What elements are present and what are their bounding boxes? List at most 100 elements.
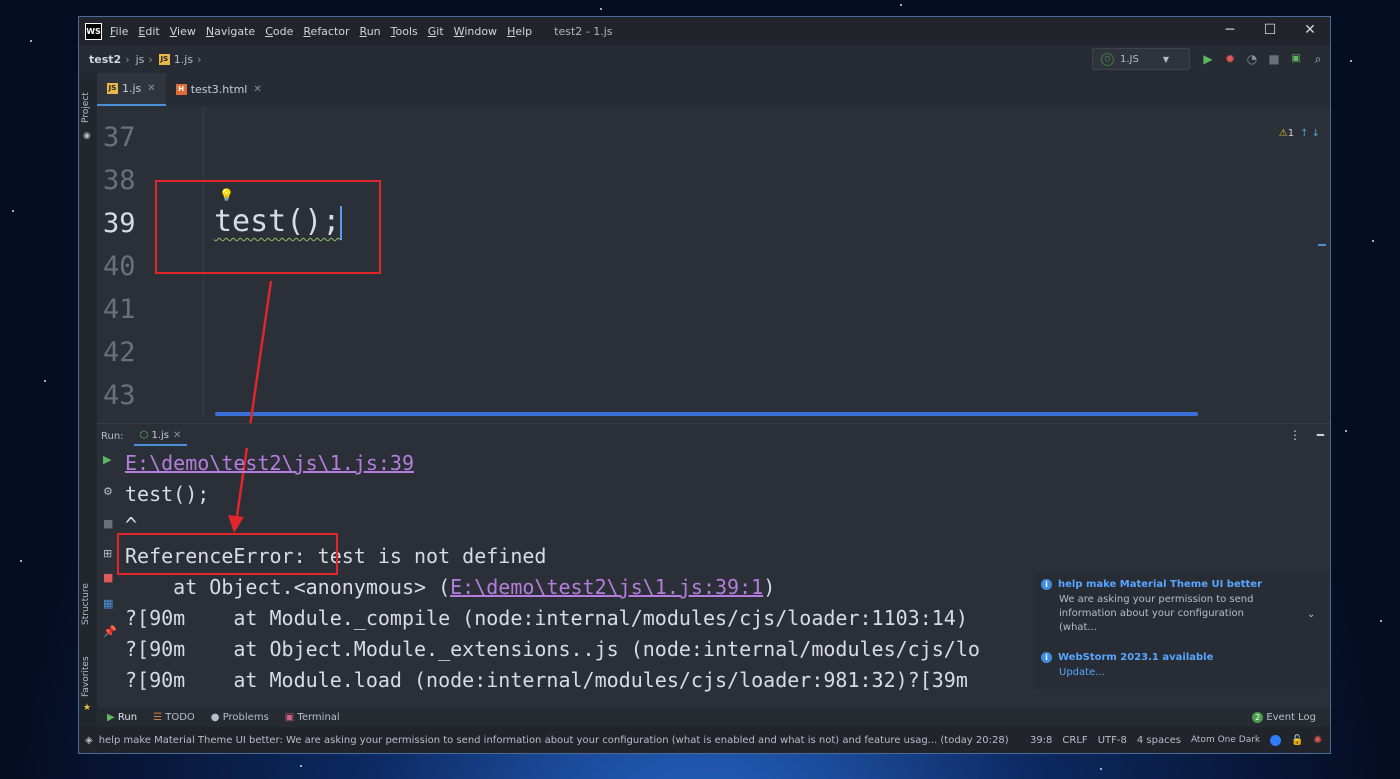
event-log-button[interactable]: 2 Event Log — [1252, 711, 1316, 723]
menu-window[interactable]: Window — [454, 25, 497, 38]
ide-window: WS File Edit View Navigate Code Refactor… — [78, 16, 1331, 754]
problems-tool-button[interactable]: ● Problems — [211, 712, 269, 723]
info-icon: i — [1041, 652, 1052, 663]
minimize-panel-icon[interactable]: ━ — [1317, 428, 1324, 442]
coverage-icon[interactable]: ◔ — [1241, 49, 1263, 69]
left-tool-strip: Project ◉ Structure Favorites ★ — [79, 73, 97, 732]
chevron-down-icon[interactable]: ⌄ — [1307, 609, 1315, 620]
stop-icon[interactable]: ■ — [1263, 49, 1285, 69]
line-number: 42 — [103, 337, 136, 368]
rerun-icon[interactable]: ▶ — [103, 453, 111, 466]
debug-icon[interactable]: ✹ — [1219, 49, 1241, 69]
update-link[interactable]: Update... — [1059, 666, 1277, 680]
exit-icon[interactable]: ■ — [103, 571, 113, 584]
line-number-current: 39 — [103, 208, 136, 239]
restore-layout-icon[interactable]: ⊞ — [103, 547, 112, 560]
nodejs-icon: ⬡ — [139, 429, 152, 441]
file-encoding[interactable]: UTF-8 — [1098, 735, 1127, 746]
error-message: test is not defined — [305, 544, 547, 568]
code-editor[interactable]: 37 38 39 40 41 42 43 💡 test(); ⚠1 ↑ ↓ — [97, 106, 1330, 416]
window-title: test2 - 1.js — [554, 24, 613, 38]
console-line: E:\demo\test2\js\1.js:39 — [125, 451, 414, 475]
webstorm-logo-icon: WS — [85, 22, 102, 40]
close-tab-icon[interactable]: ✕ — [147, 83, 155, 94]
breadcrumb-folder[interactable]: js — [136, 53, 145, 66]
lock-icon[interactable]: 🔓 — [1291, 735, 1303, 746]
source-path-link[interactable]: E:\demo\test2\js\1.js:39 — [125, 451, 414, 475]
theme-name[interactable]: Atom One Dark — [1191, 735, 1260, 745]
todo-tool-button[interactable]: ☰ TODO — [153, 712, 195, 723]
menu-tools[interactable]: Tools — [391, 25, 418, 38]
menu-git[interactable]: Git — [428, 25, 444, 38]
js-file-icon: JS — [158, 54, 170, 65]
menu-help[interactable]: Help — [507, 25, 532, 38]
maximize-button[interactable]: ☐ — [1250, 17, 1290, 45]
favorites-panel-button[interactable]: Favorites — [81, 656, 91, 697]
console-line: ?[90m at Module._compile (node:internal/… — [125, 606, 968, 630]
status-message[interactable]: help make Material Theme UI better: We a… — [99, 735, 1009, 746]
close-tab-icon[interactable]: ✕ — [173, 430, 181, 441]
line-number: 40 — [103, 251, 136, 282]
terminal-icon: ▣ — [284, 711, 298, 723]
gear-icon[interactable]: ✺ — [1314, 735, 1322, 746]
star-icon: ★ — [83, 703, 92, 713]
menu-refactor[interactable]: Refactor — [303, 25, 349, 38]
indent-setting[interactable]: 4 spaces — [1137, 735, 1181, 746]
menu-edit[interactable]: Edit — [138, 25, 159, 38]
console-line: test(); — [125, 482, 210, 506]
close-button[interactable]: ✕ — [1290, 17, 1330, 45]
js-file-icon: JS — [107, 83, 118, 94]
status-icon: ◈ — [85, 734, 93, 746]
line-number: 38 — [103, 165, 136, 196]
navigate-arrows-icon[interactable]: ↑ ↓ — [1300, 128, 1320, 139]
cursor-position[interactable]: 39:8 — [1030, 735, 1052, 746]
inspection-widget[interactable]: ⚠1 ↑ ↓ — [1279, 128, 1320, 139]
terminal-icon[interactable]: ▣ — [1285, 49, 1307, 69]
settings-icon[interactable]: ⚙ — [103, 485, 113, 498]
run-icon: ▶ — [107, 711, 118, 723]
project-panel-button[interactable]: Project — [81, 92, 91, 123]
chevron-right-icon: › — [125, 52, 130, 66]
tab-1-js[interactable]: JS 1.js ✕ — [97, 73, 166, 106]
html-file-icon: H — [175, 84, 187, 95]
terminal-tool-button[interactable]: ▣ Terminal — [285, 712, 340, 723]
bottom-tool-bar: ▶ Run ☰ TODO ● Problems ▣ Terminal 2 Eve… — [97, 707, 1330, 727]
menu-code[interactable]: Code — [265, 25, 293, 38]
info-icon: i — [1041, 579, 1052, 590]
minimize-button[interactable]: ─ — [1210, 17, 1250, 45]
run-configuration-select[interactable]: ⬡ 1.JS ▼ — [1092, 48, 1190, 70]
navigation-bar: test2 › js › JS 1.js › ⬡ 1.JS ▼ ▶ ✹ ◔ ■ ▣… — [79, 45, 1330, 73]
tab-test3-html[interactable]: H test3.html ✕ — [166, 73, 272, 106]
menu-run[interactable]: Run — [360, 25, 381, 38]
line-separator[interactable]: CRLF — [1062, 735, 1087, 746]
title-bar: WS File Edit View Navigate Code Refactor… — [79, 17, 1330, 45]
menu-navigate[interactable]: Navigate — [206, 25, 255, 38]
problems-icon: ● — [210, 711, 223, 723]
horizontal-scrollbar[interactable] — [215, 412, 1198, 416]
theme-icon[interactable] — [1270, 734, 1282, 746]
more-options-icon[interactable]: ⋮ — [1289, 428, 1301, 442]
pin-icon[interactable]: 📌 — [103, 625, 117, 638]
menu-view[interactable]: View — [170, 25, 196, 38]
notification[interactable]: i help make Material Theme UI better We a… — [1041, 579, 1277, 635]
run-icon[interactable]: ▶ — [1197, 49, 1219, 69]
menu-file[interactable]: File — [110, 25, 128, 38]
chevron-right-icon: › — [197, 52, 202, 66]
todo-icon: ☰ — [153, 711, 166, 723]
warning-icon: ⚠ — [1278, 128, 1288, 139]
run-panel-header: Run: ⬡ 1.js ✕ ⋮ ━ — [97, 423, 1330, 448]
structure-panel-button[interactable]: Structure — [81, 583, 91, 625]
notification[interactable]: i WebStorm 2023.1 available Update... — [1041, 652, 1277, 680]
stop-icon[interactable]: ■ — [103, 517, 113, 530]
event-log-badge: 2 — [1252, 711, 1264, 723]
run-tab[interactable]: ⬡ 1.js ✕ — [133, 427, 188, 446]
scroll-marker — [1318, 244, 1326, 246]
breadcrumb-file[interactable]: JS 1.js — [158, 53, 193, 66]
close-tab-icon[interactable]: ✕ — [253, 84, 261, 95]
layout-icon[interactable]: ▦ — [103, 597, 113, 610]
stack-trace-link[interactable]: E:\demo\test2\js\1.js:39:1 — [450, 575, 763, 599]
chevron-down-icon: ▼ — [1162, 54, 1169, 64]
run-tool-button[interactable]: ▶ Run — [107, 712, 137, 723]
search-icon[interactable]: ⌕ — [1307, 49, 1329, 69]
breadcrumb-project[interactable]: test2 — [89, 53, 121, 66]
